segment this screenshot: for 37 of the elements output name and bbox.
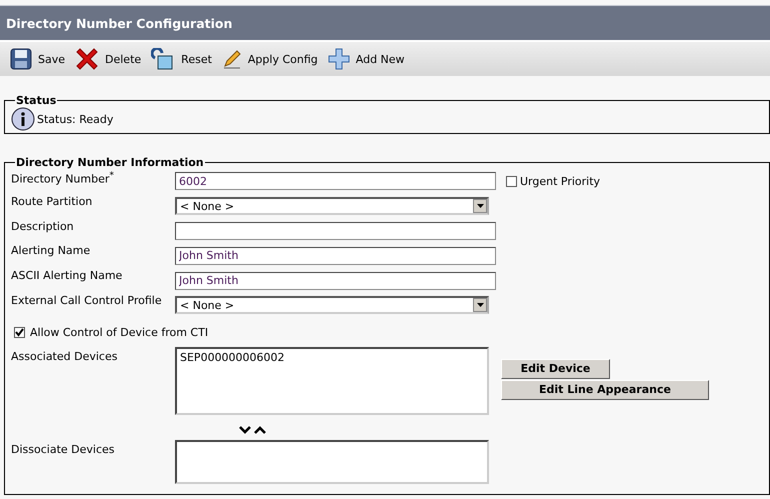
field-label: Associated Devices: [11, 348, 118, 363]
device-list[interactable]: [175, 440, 489, 484]
move-up-icon[interactable]: [254, 426, 266, 434]
info-icon: [11, 107, 35, 131]
toolbar-button[interactable]: Save: [8, 48, 68, 70]
toolbar-button[interactable]: Delete: [73, 47, 144, 71]
field-label: ASCII Alerting Name: [11, 268, 124, 282]
dropdown[interactable]: < None >: [175, 296, 489, 314]
toolbar-button[interactable]: Add New: [326, 48, 407, 70]
dropdown[interactable]: < None >: [175, 197, 489, 216]
move-down-icon[interactable]: [239, 426, 251, 434]
field-label: External Call Control Profile: [11, 292, 163, 307]
toolbar-button[interactable]: Apply Config: [220, 49, 320, 69]
field-label: Alerting Name: [11, 243, 92, 258]
field-label: Route Partition: [11, 194, 94, 208]
text-field[interactable]: 6002: [175, 172, 496, 190]
status-message: Status: Ready: [37, 112, 114, 126]
plus-icon: [328, 48, 350, 70]
checkbox[interactable]: [14, 327, 25, 338]
field-label: Dissociate Devices: [11, 442, 116, 456]
checkbox-label: Allow Control of Device from CTI: [30, 326, 208, 340]
section-legend: Status: [15, 94, 58, 107]
checkbox-label: Urgent Priority: [520, 174, 600, 188]
delete-icon: [75, 47, 100, 71]
checkbox[interactable]: [506, 176, 517, 187]
field-label: Directory Number$^{*}$: [11, 169, 115, 186]
pencil-icon: [222, 49, 242, 69]
edit-device-button[interactable]: Edit Device: [501, 358, 610, 379]
field-label: Description: [11, 218, 75, 233]
edit-line-appearance-button[interactable]: Edit Line Appearance: [501, 380, 709, 400]
toolbar-button[interactable]: Reset: [149, 48, 214, 70]
window-title: Directory Number Configuration: [6, 16, 232, 30]
list-item[interactable]: SEP000000006002: [180, 350, 484, 364]
text-field[interactable]: [175, 222, 496, 240]
cube-arrow-icon: [151, 48, 176, 70]
section-legend: Directory Number Information: [15, 156, 205, 169]
device-list[interactable]: SEP000000006002: [175, 346, 489, 415]
